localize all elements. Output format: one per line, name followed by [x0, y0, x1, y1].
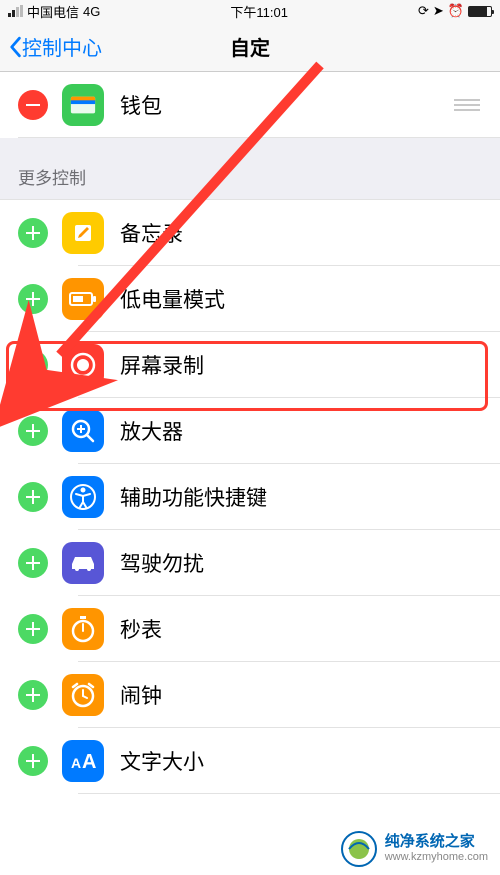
watermark: 纯净系统之家 www.kzmyhome.com: [341, 831, 488, 867]
svg-text:A: A: [71, 755, 81, 771]
chevron-left-icon: [8, 36, 22, 58]
list-item-label: 屏幕录制: [120, 350, 204, 380]
add-button[interactable]: [18, 482, 48, 512]
list-item[interactable]: 钱包: [0, 72, 500, 138]
signal-icon: [8, 5, 23, 17]
watermark-url: www.kzmyhome.com: [385, 851, 488, 864]
list-item-label: 文字大小: [120, 746, 204, 776]
low-power-icon: [62, 278, 104, 320]
list-item[interactable]: 低电量模式: [0, 266, 500, 332]
add-button[interactable]: [18, 680, 48, 710]
text-size-icon: AA: [62, 740, 104, 782]
add-button[interactable]: [18, 218, 48, 248]
add-button[interactable]: [18, 746, 48, 776]
location-icon: ➤: [433, 3, 444, 19]
battery-icon: [468, 6, 492, 17]
list-item-label: 秒表: [120, 614, 162, 644]
screen-record-icon: [62, 344, 104, 386]
wallet-icon: [62, 84, 104, 126]
add-button[interactable]: [18, 416, 48, 446]
add-button[interactable]: [18, 548, 48, 578]
status-bar: 中国电信 4G 下午11:01 ⟳ ➤ ⏰: [0, 0, 500, 22]
status-time: 下午11:01: [230, 2, 288, 21]
remove-button[interactable]: [18, 90, 48, 120]
back-label: 控制中心: [22, 32, 102, 61]
accessibility-icon: [62, 476, 104, 518]
back-button[interactable]: 控制中心: [0, 32, 110, 61]
magnifier-icon: [62, 410, 104, 452]
navigation-bar: 控制中心 自定: [0, 22, 500, 72]
page-title: 自定: [230, 32, 270, 61]
network-label: 4G: [83, 4, 100, 19]
add-button[interactable]: [18, 284, 48, 314]
list-item[interactable]: 备忘录: [0, 200, 500, 266]
list-item[interactable]: 辅助功能快捷键: [0, 464, 500, 530]
notes-icon: [62, 212, 104, 254]
list-item[interactable]: 屏幕录制: [0, 332, 500, 398]
list-item-label: 钱包: [120, 90, 162, 120]
list-item[interactable]: 放大器: [0, 398, 500, 464]
list-item-label: 闹钟: [120, 680, 162, 710]
watermark-title: 纯净系统之家: [385, 833, 488, 851]
car-icon: [62, 542, 104, 584]
svg-text:A: A: [82, 751, 96, 772]
add-button[interactable]: [18, 614, 48, 644]
lock-icon: ⟳: [418, 3, 429, 19]
list-item[interactable]: 秒表: [0, 596, 500, 662]
list-item-label: 辅助功能快捷键: [120, 482, 267, 512]
stopwatch-icon: [62, 608, 104, 650]
watermark-icon: [341, 831, 377, 867]
list-item-label: 备忘录: [120, 218, 183, 248]
alarm-icon: ⏰: [448, 3, 464, 19]
drag-handle-icon[interactable]: [454, 99, 480, 111]
more-controls-list: 备忘录 低电量模式 屏幕录制 放大器 辅助功能快捷键 驾驶勿扰 秒表: [0, 200, 500, 794]
list-item[interactable]: 驾驶勿扰: [0, 530, 500, 596]
section-header-more: 更多控制: [0, 138, 500, 200]
list-item[interactable]: 闹钟: [0, 662, 500, 728]
list-item[interactable]: AA 文字大小: [0, 728, 500, 794]
list-item-label: 放大器: [120, 416, 183, 446]
add-button[interactable]: [18, 350, 48, 380]
carrier-label: 中国电信: [27, 2, 79, 21]
list-item-label: 低电量模式: [120, 284, 225, 314]
alarm-clock-icon: [62, 674, 104, 716]
included-controls-list: 钱包: [0, 72, 500, 138]
list-item-label: 驾驶勿扰: [120, 548, 204, 578]
